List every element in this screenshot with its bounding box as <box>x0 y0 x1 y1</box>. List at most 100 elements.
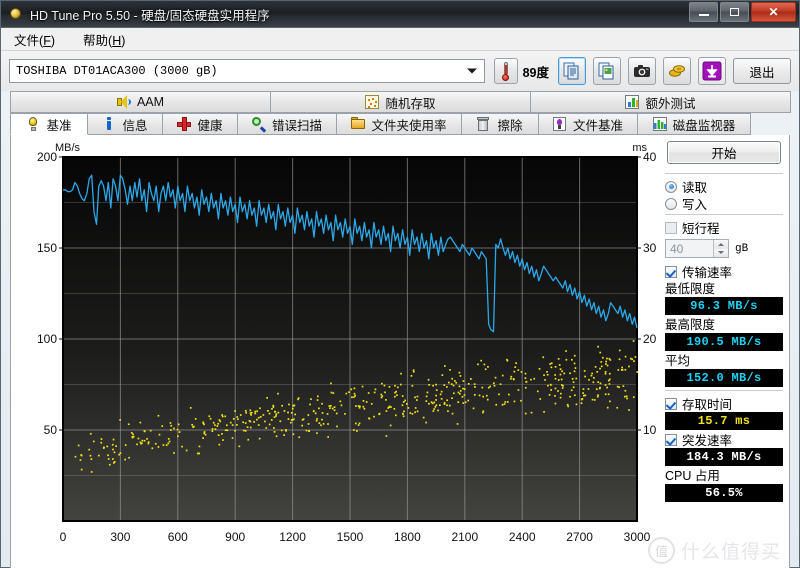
temperature-indicator: 89度 <box>493 58 549 84</box>
divider-2 <box>665 214 783 215</box>
tab-extra-tests-label: 额外测试 <box>645 96 696 111</box>
toolbar: TOSHIBA DT01ACA300 (3000 gB) 89度 退出 <box>1 51 799 91</box>
close-button[interactable]: ✕ <box>751 2 796 22</box>
exit-button-label: 退出 <box>749 65 775 80</box>
copy-image-button[interactable] <box>593 57 621 85</box>
svg-text:200: 200 <box>37 150 57 164</box>
info-icon <box>102 117 116 131</box>
tab-file-benchmark[interactable]: 文件基准 <box>538 113 638 135</box>
burst-rate-checkbox-indicator <box>665 433 677 446</box>
tab-erase[interactable]: 擦除 <box>461 113 539 135</box>
stepper-up-icon[interactable] <box>714 240 728 249</box>
checkbox-burst-rate[interactable]: 突发速率 <box>665 431 783 448</box>
tab-folder-usage-label: 文件夹使用率 <box>371 118 447 133</box>
svg-text:150: 150 <box>37 241 57 255</box>
short-stroke-size-row: 40 gB <box>665 239 783 258</box>
tab-error-scan[interactable]: 错误扫描 <box>237 113 337 135</box>
transfer-rate-checkbox-indicator <box>665 265 677 278</box>
divider <box>665 173 783 174</box>
folder-icon <box>351 117 366 131</box>
exit-button[interactable]: 退出 <box>733 58 791 84</box>
stepper-down-icon[interactable] <box>714 248 728 257</box>
screenshot-button[interactable] <box>628 57 656 85</box>
max-rate-label: 最高限度 <box>665 318 716 332</box>
tab-bars: AAM 随机存取 额外测试 基准 信息 健康 错误扫描 文件夹使用率 擦除 文件… <box>1 91 799 135</box>
tab-info[interactable]: 信息 <box>87 113 163 135</box>
thermometer-icon <box>500 61 512 81</box>
tab-aam[interactable]: AAM <box>10 91 271 113</box>
start-button[interactable]: 开始 <box>667 141 781 164</box>
menu-item-help[interactable]: 帮助(H) <box>80 28 128 51</box>
svg-text:1800: 1800 <box>394 530 421 544</box>
short-stroke-stepper[interactable]: 40 <box>665 239 729 258</box>
thermometer-button[interactable] <box>493 58 518 84</box>
drive-select[interactable]: TOSHIBA DT01ACA300 (3000 gB) <box>9 59 485 83</box>
radio-read[interactable]: 读取 <box>665 178 783 195</box>
tab-info-label: 信息 <box>122 118 148 133</box>
close-icon: ✕ <box>768 5 779 19</box>
benchmark-chart: MB/s ms 50 100 150 200 10 20 30 40 0 300 600 900 120… <box>19 141 667 559</box>
maximize-button[interactable] <box>720 2 749 22</box>
disk-monitor-icon <box>652 117 667 131</box>
magnifier-icon <box>251 117 267 133</box>
hd-tune-window: HD Tune Pro 5.50 - 硬盘/固态硬盘实用程序 ✕ 文件(F) 帮… <box>0 0 800 568</box>
tab-disk-monitor[interactable]: 磁盘监视器 <box>637 113 751 135</box>
svg-text:20: 20 <box>643 332 657 346</box>
access-time-value: 15.7 ms <box>665 412 783 430</box>
menu-item-file[interactable]: 文件(F) <box>11 28 58 51</box>
file-benchmark-icon <box>552 117 567 131</box>
burst-rate-label: 突发速率 <box>682 434 733 448</box>
svg-text:1500: 1500 <box>337 530 364 544</box>
extra-tests-icon <box>625 95 640 109</box>
divider-3 <box>665 390 783 391</box>
tab-health-label: 健康 <box>197 118 223 133</box>
health-cross-icon <box>177 117 192 131</box>
tab-extra-tests[interactable]: 额外测试 <box>530 91 791 113</box>
svg-text:10: 10 <box>643 423 657 437</box>
checkbox-access-time[interactable]: 存取时间 <box>665 395 783 412</box>
menu-help-accel: H <box>112 33 122 48</box>
copy-button[interactable] <box>558 57 586 85</box>
download-button[interactable] <box>698 57 726 85</box>
radio-read-indicator <box>665 180 677 193</box>
tab-row-top: AAM 随机存取 额外测试 <box>10 91 791 113</box>
app-bulb-icon <box>8 6 24 22</box>
access-time-checkbox-indicator <box>665 397 677 410</box>
tab-random-access-label: 随机存取 <box>385 96 436 111</box>
bulb-icon <box>26 117 40 131</box>
stepper-buttons[interactable] <box>713 240 728 257</box>
menu-help-label: 帮助 <box>83 33 109 48</box>
checkbox-short-stroke[interactable]: 短行程 <box>665 219 783 236</box>
cpu-usage-value: 56.5% <box>665 484 783 502</box>
random-access-icon <box>365 95 380 109</box>
short-stroke-label: 短行程 <box>682 222 720 236</box>
title-bar: HD Tune Pro 5.50 - 硬盘/固态硬盘实用程序 ✕ <box>1 1 799 28</box>
screenshot-camera-icon <box>634 65 650 77</box>
tab-aam-label: AAM <box>136 95 165 109</box>
svg-text:3000: 3000 <box>624 530 651 544</box>
checkbox-transfer-rate[interactable]: 传输速率 <box>665 263 783 280</box>
minimize-button[interactable] <box>689 2 718 22</box>
speaker-icon <box>116 95 131 109</box>
benchmark-panel: MB/s ms 50 100 150 200 10 20 30 40 0 300 600 900 120… <box>10 135 790 568</box>
tab-folder-usage[interactable]: 文件夹使用率 <box>336 113 462 135</box>
results-panel: 开始 读取 写入 短行程 40 gB 传输速率 最低限度 96.3 MB/s 最… <box>665 141 783 561</box>
tab-benchmark[interactable]: 基准 <box>10 113 88 135</box>
svg-text:40: 40 <box>643 150 657 164</box>
copy-icon <box>563 62 579 80</box>
max-rate-value: 190.5 MB/s <box>665 333 783 351</box>
radio-write[interactable]: 写入 <box>665 195 783 212</box>
tab-row-bottom: 基准 信息 健康 错误扫描 文件夹使用率 擦除 文件基准 磁盘监视器 <box>10 113 790 135</box>
svg-text:2100: 2100 <box>451 530 478 544</box>
svg-text:2400: 2400 <box>509 530 536 544</box>
tab-error-scan-label: 错误扫描 <box>271 118 322 133</box>
download-icon <box>702 61 722 81</box>
trash-icon <box>477 117 491 131</box>
tab-random-access[interactable]: 随机存取 <box>270 91 531 113</box>
tab-health[interactable]: 健康 <box>162 113 238 135</box>
chart-canvas: 50 100 150 200 10 20 30 40 0 300 600 900 1200 1500 180… <box>37 150 657 544</box>
radio-write-indicator <box>665 197 677 210</box>
coins-button[interactable] <box>663 57 691 85</box>
svg-text:50: 50 <box>44 423 58 437</box>
menu-bar: 文件(F) 帮助(H) <box>1 28 799 51</box>
